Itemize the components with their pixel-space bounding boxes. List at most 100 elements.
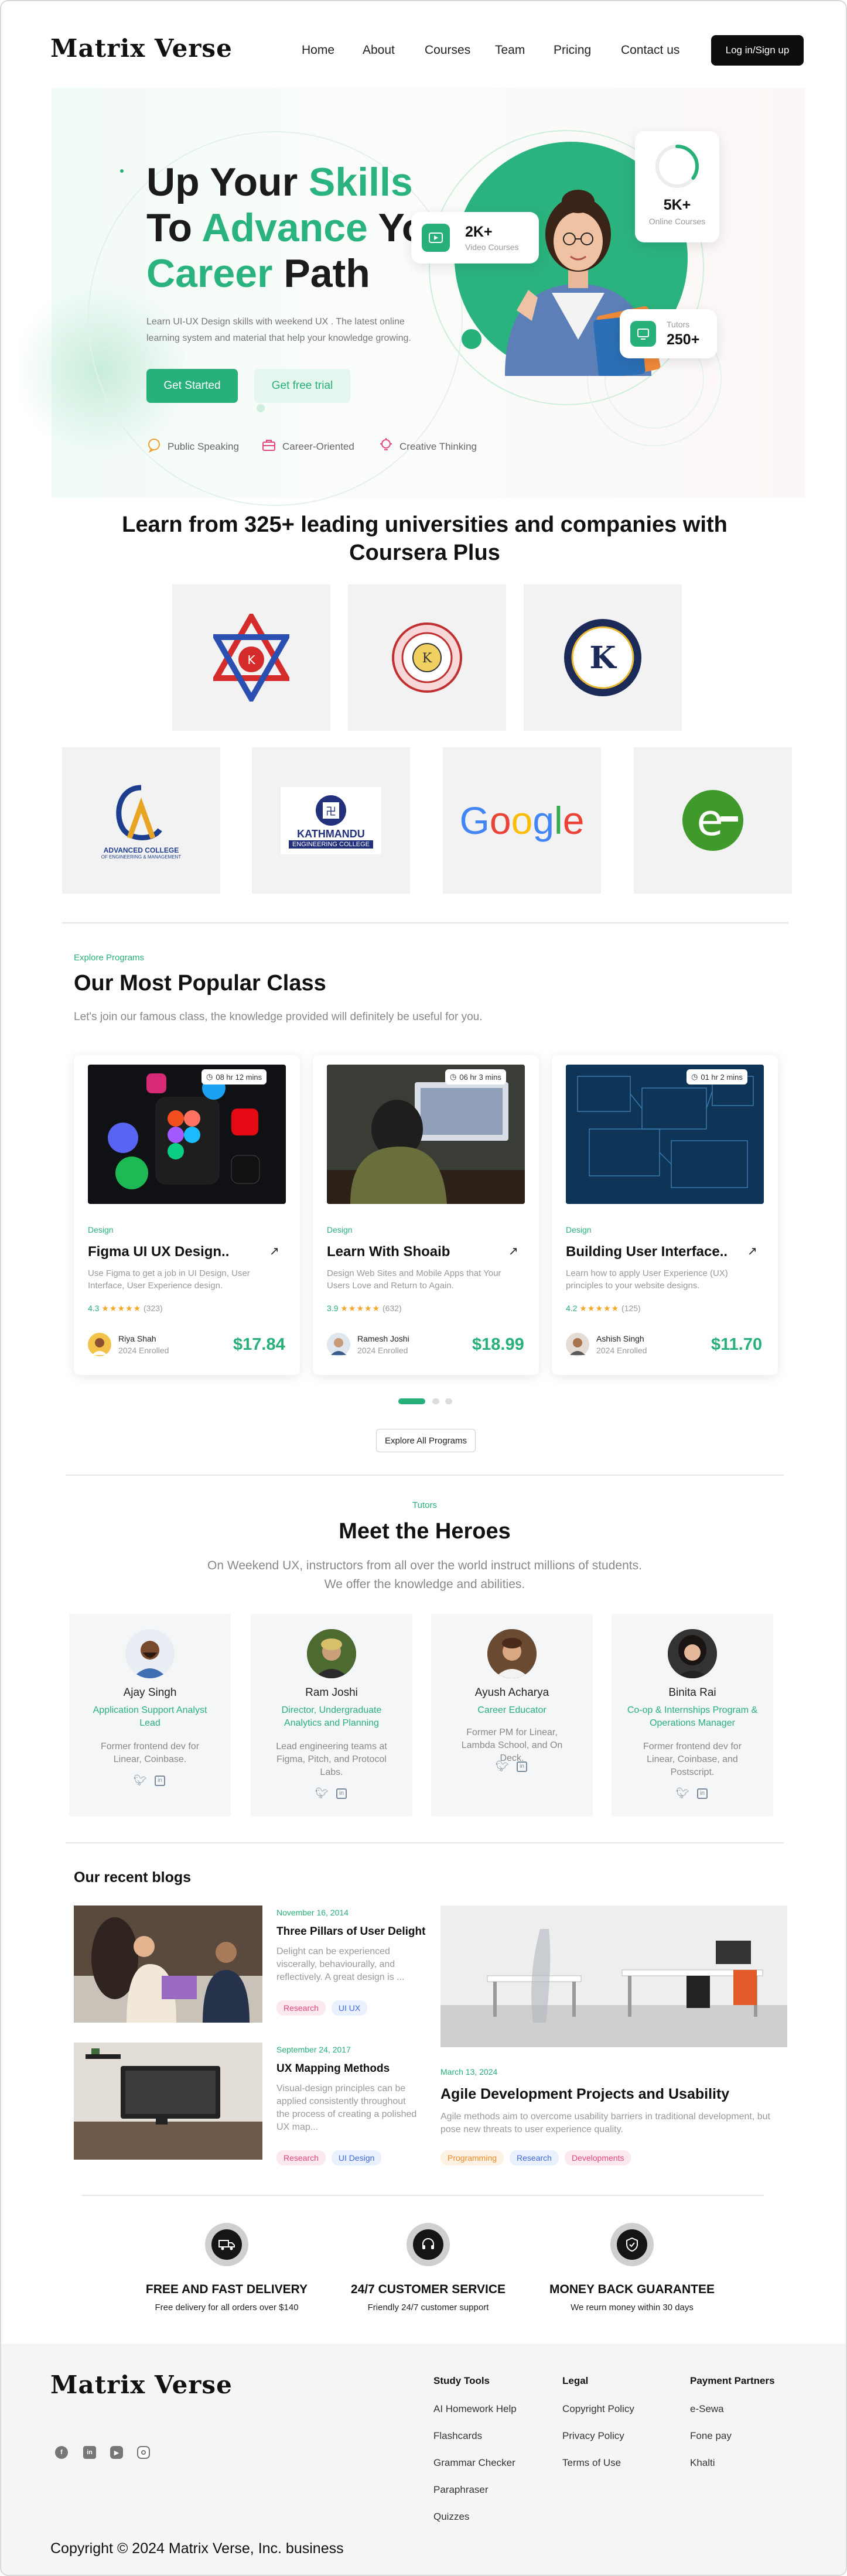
blog-title[interactable]: Agile Development Projects and Usability xyxy=(440,2086,729,2103)
stat-tutors: Tutors 250+ xyxy=(620,309,717,358)
universities-title: Learn from 325+ leading universities and… xyxy=(122,512,728,565)
tutor-name: Ashish Singh xyxy=(596,1334,644,1343)
tutor-card[interactable]: Ayush Acharya Career Educator Former PM … xyxy=(431,1614,593,1816)
footer-link[interactable]: Paraphraser xyxy=(433,2484,517,2496)
stat-video-value: 2K+ xyxy=(465,224,493,240)
blog-title[interactable]: Three Pillars of User Delight xyxy=(276,1925,425,1938)
carousel-dot[interactable] xyxy=(432,1398,439,1404)
section-divider xyxy=(62,922,788,923)
linkedin-icon[interactable]: in xyxy=(83,2446,96,2459)
kantipur-engineering-college-logo: K xyxy=(524,584,682,731)
course-rating: 4.3 ★★★★★ (323) xyxy=(88,1304,163,1313)
copyright-text: Copyright © 2024 Matrix Verse, Inc. busi… xyxy=(50,2540,344,2557)
tag-programming[interactable]: Programming xyxy=(440,2150,504,2166)
tutors-eyebrow: Tutors xyxy=(412,1500,437,1510)
tutor-avatar xyxy=(487,1629,537,1678)
arrow-up-right-icon[interactable]: ↗ xyxy=(508,1244,518,1258)
stat-tutors-label: Tutors xyxy=(667,320,690,329)
google-wordmark: Google xyxy=(459,799,585,842)
nav-pricing[interactable]: Pricing xyxy=(554,43,591,57)
course-card[interactable]: ◷ 08 hr 12 mins Design Figma UI UX Design… xyxy=(74,1055,300,1375)
linkedin-icon[interactable]: in xyxy=(336,1788,347,1799)
get-started-button[interactable]: Get Started xyxy=(146,369,238,403)
login-signup-button[interactable]: Log in/Sign up xyxy=(711,35,804,66)
tutor-role: Director, Undergraduate Analytics and Pl… xyxy=(281,1705,382,1728)
twitter-icon[interactable]: 🐦︎ xyxy=(676,1787,689,1800)
blog-date: November 16, 2014 xyxy=(276,1908,349,1917)
linkedin-icon[interactable]: in xyxy=(697,1788,708,1799)
carousel-dot[interactable] xyxy=(445,1398,452,1404)
tag-research[interactable]: Research xyxy=(510,2150,559,2166)
nav-home[interactable]: Home xyxy=(302,43,334,57)
progress-ring xyxy=(653,142,702,194)
linkedin-icon[interactable]: in xyxy=(517,1761,527,1772)
svg-text:K: K xyxy=(589,640,617,676)
twitter-icon[interactable]: 🐦︎ xyxy=(315,1787,329,1800)
tutor-card[interactable]: Ram Joshi Director, Undergraduate Analyt… xyxy=(251,1614,412,1816)
lightbulb-icon xyxy=(378,437,394,456)
course-description: Use Figma to get a job in UI Design, Use… xyxy=(88,1268,250,1291)
tutor-card[interactable]: Binita Rai Co-op & Internships Program &… xyxy=(612,1614,773,1816)
linkedin-icon[interactable]: in xyxy=(155,1776,165,1786)
footer-heading: Payment Partners xyxy=(690,2375,775,2386)
course-thumbnail: ◷ 01 hr 2 mins xyxy=(566,1065,764,1204)
blog-image[interactable] xyxy=(74,1906,262,2023)
tutor-name: Ram Joshi xyxy=(305,1686,358,1699)
course-title[interactable]: Learn With Shoaib xyxy=(327,1244,450,1260)
course-price: $18.99 xyxy=(472,1335,524,1354)
tutor-card[interactable]: Ajay Singh Application Support Analyst L… xyxy=(69,1614,231,1816)
tutor-name: Ajay Singh xyxy=(123,1686,177,1699)
course-card[interactable]: ◷ 01 hr 2 mins Design Building User Inter… xyxy=(552,1055,778,1375)
course-title[interactable]: Building User Interface.. xyxy=(566,1244,728,1260)
footer-col-study-tools: Study Tools AI Homework Help Flashcards … xyxy=(433,2375,517,2523)
footer-link[interactable]: e-Sewa xyxy=(690,2403,775,2415)
tag-ui-design[interactable]: UI Design xyxy=(331,2150,382,2166)
footer-link[interactable]: Terms of Use xyxy=(562,2457,634,2469)
tutor-name: Ayush Acharya xyxy=(474,1686,549,1699)
footer-logo[interactable]: Matrix Verse xyxy=(50,2370,233,2399)
tag-ui-ux[interactable]: UI UX xyxy=(331,2000,368,2016)
arrow-up-right-icon[interactable]: ↗ xyxy=(269,1244,279,1258)
course-card[interactable]: ◷ 06 hr 3 mins Design Learn With Shoaib ↗… xyxy=(313,1055,539,1375)
speech-bubble-icon xyxy=(146,437,162,456)
course-price: $17.84 xyxy=(233,1335,285,1354)
footer-link[interactable]: AI Homework Help xyxy=(433,2403,517,2415)
nav-contact[interactable]: Contact us xyxy=(621,43,679,57)
twitter-icon[interactable]: 🐦︎ xyxy=(134,1774,147,1787)
facebook-icon[interactable]: f xyxy=(55,2446,68,2459)
section-divider xyxy=(66,1842,784,1843)
youtube-icon[interactable]: ▶ xyxy=(110,2446,123,2459)
tag-research[interactable]: Research xyxy=(276,2150,326,2166)
arrow-up-right-icon[interactable]: ↗ xyxy=(747,1244,757,1258)
google-logo: Google xyxy=(443,747,601,894)
brand-logo[interactable]: Matrix Verse xyxy=(50,34,233,63)
tag-research[interactable]: Research xyxy=(276,2000,326,2016)
footer-link[interactable]: Khalti xyxy=(690,2457,775,2469)
carousel-dot-active[interactable] xyxy=(398,1398,425,1404)
advanced-college-logo: ADVANCED COLLEGE OF ENGINEERING & MANAGE… xyxy=(62,747,220,894)
course-thumbnail: ◷ 06 hr 3 mins xyxy=(327,1065,525,1204)
footer-link[interactable]: Privacy Policy xyxy=(562,2430,634,2442)
instagram-icon[interactable] xyxy=(137,2446,150,2459)
tag-developments[interactable]: Developments xyxy=(564,2150,631,2166)
nav-courses[interactable]: Courses xyxy=(425,43,470,57)
footer-link[interactable]: Fone pay xyxy=(690,2430,775,2442)
nav-about[interactable]: About xyxy=(363,43,395,57)
blog-title[interactable]: UX Mapping Methods xyxy=(276,2062,390,2075)
explore-all-programs-button[interactable]: Explore All Programs xyxy=(376,1429,476,1452)
footer-link[interactable]: Copyright Policy xyxy=(562,2403,634,2415)
get-free-trial-button[interactable]: Get free trial xyxy=(254,369,350,403)
footer-link[interactable]: Flashcards xyxy=(433,2430,517,2442)
service-subtitle: We reurn money within 30 days xyxy=(571,2303,694,2312)
footer-link[interactable]: Grammar Checker xyxy=(433,2457,517,2469)
course-thumbnail: ◷ 08 hr 12 mins xyxy=(88,1065,286,1204)
twitter-icon[interactable]: 🐦︎ xyxy=(496,1760,509,1773)
footer-link[interactable]: Quizzes xyxy=(433,2511,517,2523)
tutor-avatar xyxy=(307,1629,356,1678)
blog-image-featured[interactable] xyxy=(440,1906,787,2047)
course-title[interactable]: Figma UI UX Design.. xyxy=(88,1244,229,1260)
blog-image[interactable] xyxy=(74,2043,262,2160)
nav-team[interactable]: Team xyxy=(495,43,525,57)
tutors-subtitle-2: We offer the knowledge and abilities. xyxy=(324,1578,525,1591)
tutor-avatar xyxy=(566,1333,589,1356)
